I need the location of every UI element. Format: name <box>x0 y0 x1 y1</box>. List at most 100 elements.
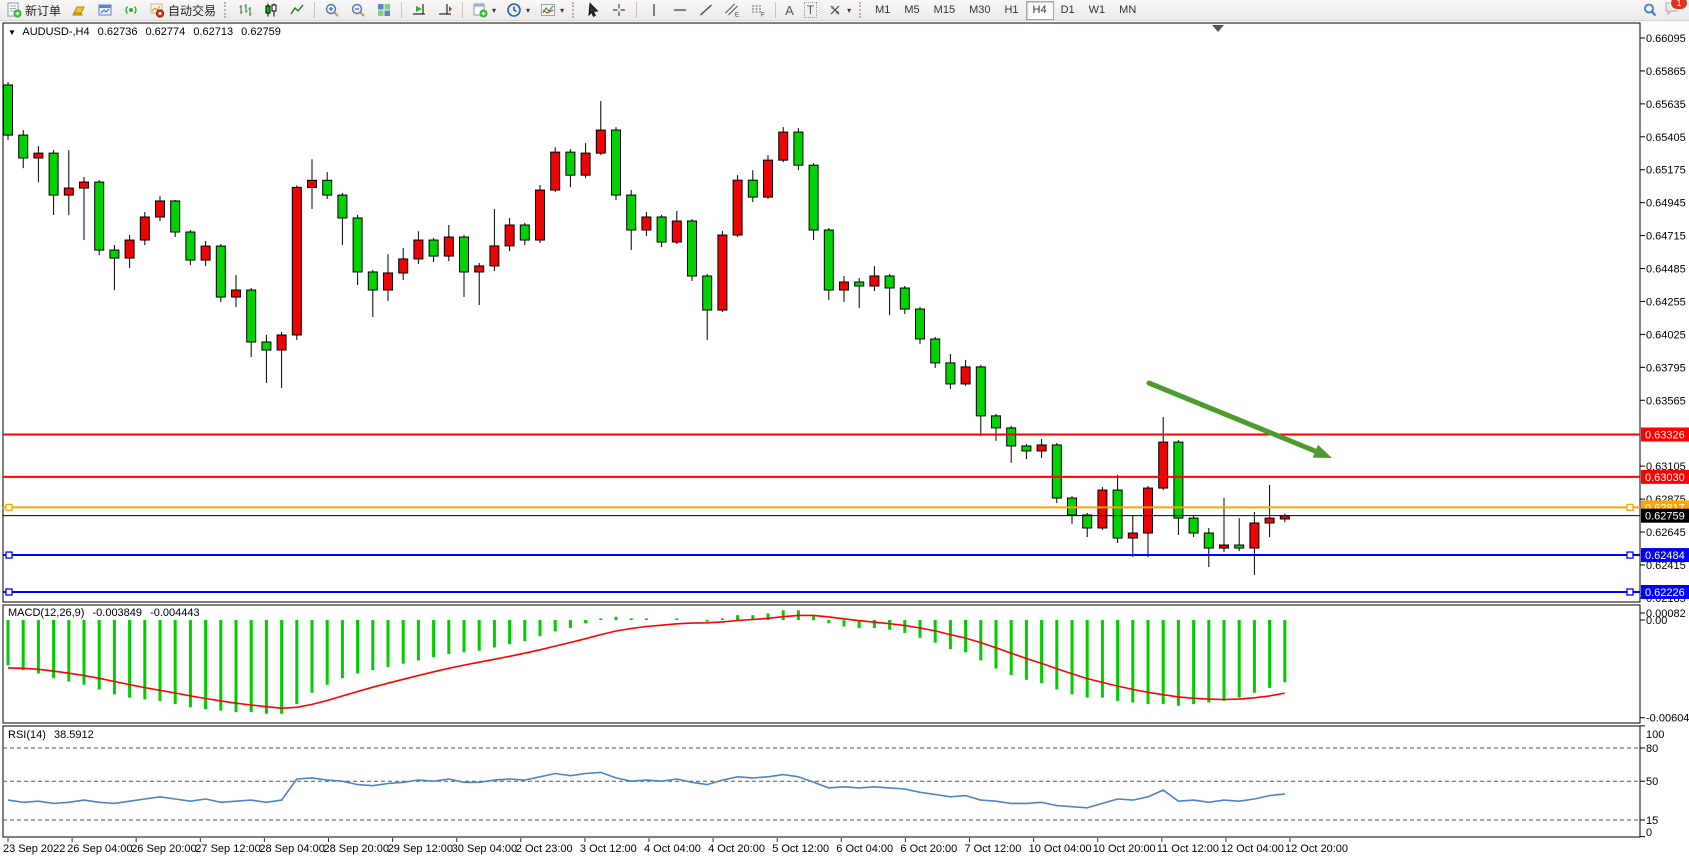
line-handle[interactable] <box>6 589 12 595</box>
indicators-button[interactable]: ▾ <box>536 0 568 21</box>
candle-down <box>353 218 362 272</box>
time-tick-label: 5 Oct 12:00 <box>772 843 829 855</box>
line-handle[interactable] <box>6 504 12 510</box>
line-handle[interactable] <box>1627 552 1633 558</box>
candle-up <box>870 276 879 286</box>
time-tick-label: 27 Sep 12:00 <box>195 843 260 855</box>
text-tool-button[interactable]: A <box>781 0 798 21</box>
chart-window-button[interactable] <box>93 0 117 21</box>
search-icon[interactable] <box>1642 2 1658 18</box>
timeframe-m15[interactable]: M15 <box>927 1 962 20</box>
toolbar-separator <box>636 2 637 18</box>
line-handle[interactable] <box>6 552 12 558</box>
new-chart-button[interactable]: ▾ <box>468 0 500 21</box>
candle-down <box>885 276 894 288</box>
auto-trading-button[interactable]: 自动交易 <box>145 0 220 21</box>
time-tick-label: 12 Oct 20:00 <box>1285 843 1348 855</box>
vertical-line-tool-button[interactable] <box>642 0 666 21</box>
level-price-badge: 0.63326 <box>1641 427 1689 441</box>
level-price-badge: 0.63030 <box>1641 470 1689 484</box>
window-menu-icon[interactable]: ▼ <box>8 28 16 37</box>
tile-windows-button[interactable] <box>372 0 396 21</box>
toolbar-separator <box>401 2 402 18</box>
zoom-in-button[interactable] <box>320 0 344 21</box>
timeframe-m1[interactable]: M1 <box>868 1 897 20</box>
timeframe-d1[interactable]: D1 <box>1054 1 1082 20</box>
candle-up <box>733 180 742 235</box>
arrows-tool-button[interactable]: ▾ <box>823 0 855 21</box>
time-tick-label: 2 Oct 23:00 <box>516 843 573 855</box>
chevron-down-icon: ▾ <box>492 6 496 15</box>
timeframe-w1[interactable]: W1 <box>1082 1 1113 20</box>
rsi-axis-label: 50 <box>1646 776 1658 788</box>
cursor-tool-button[interactable] <box>581 0 605 21</box>
candle-down <box>171 201 180 232</box>
candle-up <box>125 240 134 258</box>
timeframe-h4[interactable]: H4 <box>1026 1 1054 20</box>
crosshair-tool-button[interactable] <box>607 0 631 21</box>
candle-down <box>262 342 271 350</box>
candle-down <box>992 416 1001 428</box>
candle-down <box>520 225 529 240</box>
candle-down <box>338 195 347 218</box>
macd-axis-label: 0.00 <box>1646 615 1667 627</box>
toolbar-right-group: 1 <box>1642 0 1687 21</box>
time-tick-label: 4 Oct 20:00 <box>708 843 765 855</box>
candle-down <box>1189 518 1198 533</box>
time-tick-label: 26 Sep 04:00 <box>67 843 132 855</box>
arrows-tool-icon <box>827 2 843 18</box>
gold-button[interactable] <box>67 0 91 21</box>
zoom-out-button[interactable] <box>346 0 370 21</box>
timeframe-m30[interactable]: M30 <box>962 1 997 20</box>
periods-button[interactable]: ▾ <box>502 0 534 21</box>
candle-down <box>824 230 833 290</box>
horizontal-line-tool-button[interactable] <box>668 0 692 21</box>
level-price-badge: 0.62484 <box>1641 548 1689 562</box>
time-tick-label: 26 Sep 20:00 <box>131 843 196 855</box>
candle-down <box>946 363 955 384</box>
fibonacci-tool-button[interactable]: F <box>746 0 770 21</box>
notifications-button[interactable]: 1 <box>1664 0 1681 21</box>
chart-shift-icon <box>437 2 453 18</box>
candlestick-button[interactable] <box>259 0 283 21</box>
auto-trading-icon <box>149 2 165 18</box>
rsi-axis-label: 80 <box>1646 743 1658 755</box>
line-chart-button[interactable] <box>285 0 309 21</box>
timeframe-mn[interactable]: MN <box>1112 1 1143 20</box>
trendline-tool-button[interactable] <box>694 0 718 21</box>
candle-up <box>399 259 408 273</box>
new-order-button[interactable]: 新订单 <box>2 0 65 21</box>
candle-down <box>976 367 985 416</box>
candle-up <box>201 246 210 260</box>
rsi-axis-label: 0 <box>1646 827 1652 839</box>
price-tick-label: 0.62645 <box>1646 527 1686 539</box>
chart-shift-button[interactable] <box>433 0 457 21</box>
timeframe-m5[interactable]: M5 <box>897 1 926 20</box>
candle-down <box>49 153 58 195</box>
time-tick-label: 28 Sep 04:00 <box>259 843 324 855</box>
channel-tool-button[interactable]: E <box>720 0 744 21</box>
symbol-period-label: AUDUSD-,H4 <box>22 26 89 38</box>
timeframe-group: M1M5M15M30H1H4D1W1MN <box>868 1 1143 20</box>
candle-up <box>414 240 423 259</box>
candle-up <box>34 153 43 158</box>
line-handle[interactable] <box>1627 589 1633 595</box>
line-handle[interactable] <box>1627 504 1633 510</box>
timeframe-h1[interactable]: H1 <box>997 1 1025 20</box>
candlestick-icon <box>263 2 279 18</box>
candle-down <box>429 240 438 256</box>
toolbar-separator <box>462 2 463 18</box>
bar-chart-button[interactable] <box>233 0 257 21</box>
candle-up <box>1128 533 1137 538</box>
level-price-badge: 0.62226 <box>1641 585 1689 599</box>
label-tool-button[interactable]: T <box>800 0 821 21</box>
price-tick-label: 0.63795 <box>1646 362 1686 374</box>
time-tick-label: 3 Oct 12:00 <box>580 843 637 855</box>
chart-canvas[interactable]: 0.660950.658650.656350.654050.651750.649… <box>0 0 1689 859</box>
price-tick-label: 0.65405 <box>1646 132 1686 144</box>
signal-button[interactable] <box>119 0 143 21</box>
toolbar-separator <box>775 2 776 18</box>
auto-scroll-button[interactable] <box>407 0 431 21</box>
candle-down <box>794 132 803 165</box>
candle-down <box>186 232 195 260</box>
